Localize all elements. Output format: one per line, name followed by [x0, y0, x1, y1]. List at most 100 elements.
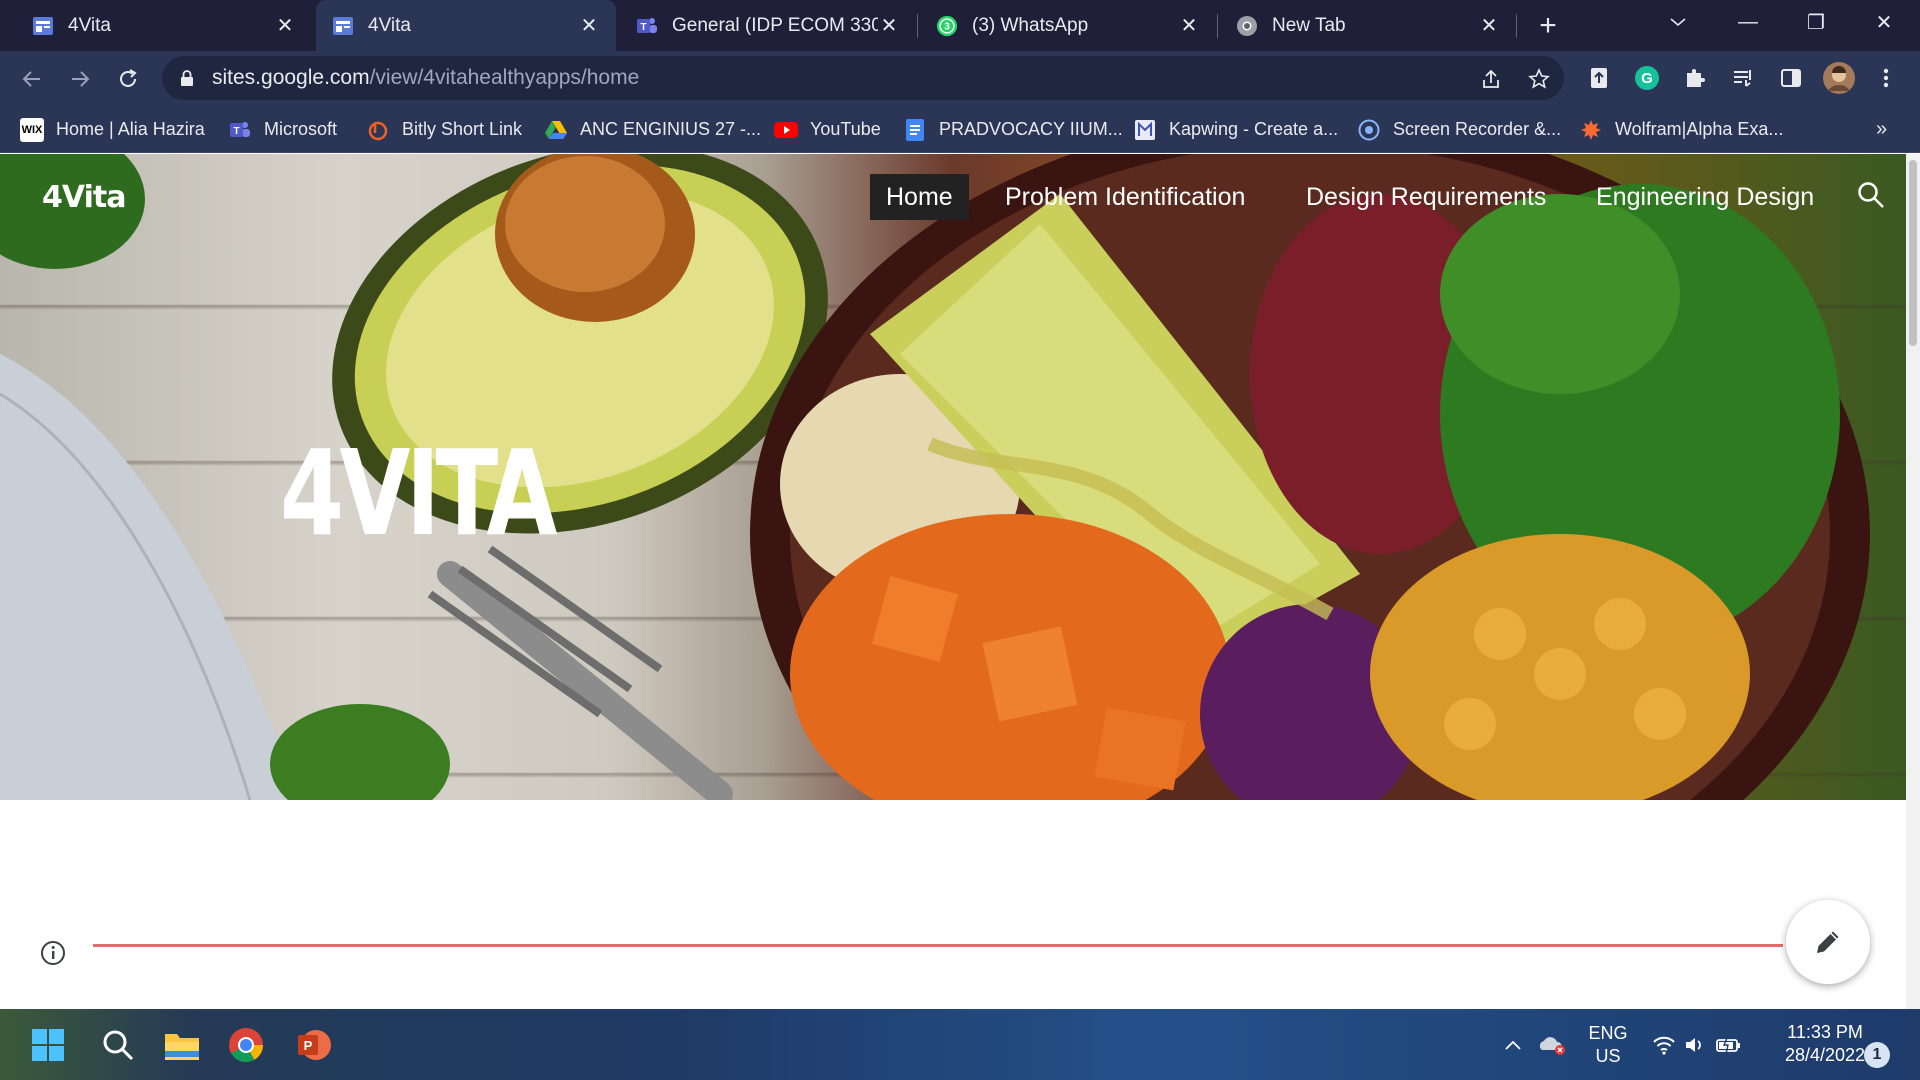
url-text: sites.google.com/view/4vitahealthyapps/h…: [212, 66, 639, 90]
google-sites-icon: [332, 15, 354, 37]
site-search-icon[interactable]: [1856, 180, 1886, 210]
bookmark-label: Wolfram|Alpha Exa...: [1615, 119, 1784, 139]
notification-badge[interactable]: 1: [1864, 1042, 1890, 1068]
volume-icon[interactable]: [1684, 1009, 1706, 1080]
address-bar[interactable]: sites.google.com/view/4vitahealthyapps/h…: [162, 56, 1564, 100]
onedrive-error-icon[interactable]: [1536, 1009, 1566, 1080]
bookmark-wolfram-alpha[interactable]: Wolfram|Alpha Exa...: [1579, 106, 1783, 153]
svg-text:P: P: [304, 1038, 313, 1053]
bookmark-bitly[interactable]: Bitly Short Link: [366, 106, 522, 153]
nav-home[interactable]: Home: [870, 174, 969, 220]
teams-icon: T: [228, 118, 252, 142]
windows-start-icon[interactable]: [24, 1021, 72, 1069]
browser-toolbar: sites.google.com/view/4vitahealthyapps/h…: [0, 51, 1920, 106]
arrow-left-icon: [22, 71, 40, 87]
tab-4vita-2[interactable]: 4Vita ✕: [316, 0, 616, 51]
extensions-puzzle-icon[interactable]: [1679, 62, 1711, 94]
powerpoint-icon[interactable]: P: [290, 1021, 338, 1069]
tab-title: 4Vita: [68, 14, 111, 36]
tab-strip: 4Vita ✕ 4Vita ✕ T General (IDP ECOM 3300…: [0, 0, 1920, 51]
bookmarks-bar: WIX Home | Alia Hazira T Microsoft Bitly…: [0, 106, 1920, 153]
edit-page-button[interactable]: [1786, 900, 1870, 984]
windows-taskbar: P ENG US 11:33 PM 28/4/2022 1: [0, 1009, 1920, 1080]
bookmark-microsoft[interactable]: T Microsoft: [228, 106, 337, 153]
nav-problem-identification[interactable]: Problem Identification: [989, 174, 1261, 220]
tab-close-icon[interactable]: ✕: [878, 13, 900, 38]
tab-title: (3) WhatsApp: [972, 14, 1089, 36]
tab-separator: [1217, 14, 1218, 38]
chrome-menu-icon[interactable]: [1870, 62, 1902, 94]
profile-avatar[interactable]: [1821, 60, 1857, 96]
scrollbar-thumb[interactable]: [1909, 160, 1917, 346]
tab-close-icon[interactable]: ✕: [1178, 13, 1200, 38]
bookmark-label: YouTube: [810, 119, 881, 139]
bookmark-anc-enginius[interactable]: ANC ENGINIUS 27 -...: [544, 106, 761, 153]
bookmarks-overflow-button[interactable]: »: [1876, 106, 1887, 153]
hero-banner: 4Vita Home Problem Identification Design…: [0, 154, 1906, 800]
bookmark-kapwing[interactable]: Kapwing - Create a...: [1133, 106, 1338, 153]
forward-button[interactable]: [60, 59, 100, 99]
language-indicator[interactable]: ENG US: [1588, 1009, 1628, 1080]
info-icon[interactable]: [40, 940, 66, 966]
whatsapp-icon: 3: [936, 15, 958, 37]
wix-icon: WIX: [20, 117, 44, 142]
restore-button[interactable]: ❐: [1784, 0, 1848, 44]
tab-title: New Tab: [1272, 14, 1346, 36]
tab-whatsapp[interactable]: 3 (3) WhatsApp ✕: [920, 0, 1216, 51]
bookmark-youtube[interactable]: YouTube: [774, 106, 881, 153]
battery-charging-icon[interactable]: [1716, 1009, 1742, 1080]
tray-chevron-up-icon[interactable]: [1504, 1009, 1522, 1080]
tab-search-chevron-icon[interactable]: [1646, 0, 1710, 44]
bookmark-label: Kapwing - Create a...: [1169, 119, 1339, 139]
url-host: sites.google.com: [212, 66, 370, 89]
bookmark-screen-recorder[interactable]: Screen Recorder &...: [1357, 106, 1561, 153]
nav-design-requirements[interactable]: Design Requirements: [1290, 174, 1562, 220]
screen-recorder-icon: [1357, 118, 1381, 142]
svg-text:G: G: [1641, 70, 1653, 87]
region-code: US: [1595, 1045, 1621, 1066]
reload-button[interactable]: [108, 59, 148, 99]
wifi-icon[interactable]: [1652, 1009, 1676, 1080]
close-window-button[interactable]: ✕: [1852, 0, 1916, 44]
arrow-right-icon: [72, 71, 90, 87]
tab-teams-general[interactable]: T General (IDP ECOM 3300/ ✕: [620, 0, 916, 51]
loading-progress-bar: [93, 944, 1783, 947]
system-clock[interactable]: 11:33 PM 28/4/2022: [1770, 1021, 1880, 1067]
svg-text:T: T: [233, 126, 239, 137]
google-drive-icon: [544, 118, 568, 142]
site-logo-text[interactable]: 4Vita: [42, 180, 126, 215]
bookmark-pradvocacy[interactable]: PRADVOCACY IIUM...: [903, 106, 1123, 153]
tab-close-icon[interactable]: ✕: [1478, 13, 1500, 38]
file-explorer-icon[interactable]: [158, 1021, 206, 1069]
new-tab-button[interactable]: +: [1530, 8, 1566, 44]
clock-time: 11:33 PM: [1787, 1022, 1863, 1042]
minimize-button[interactable]: —: [1716, 0, 1780, 44]
tab-4vita-1[interactable]: 4Vita ✕: [16, 0, 312, 51]
tab-new-tab[interactable]: New Tab ✕: [1220, 0, 1516, 51]
side-panel-icon[interactable]: [1775, 62, 1807, 94]
upload-extension-icon[interactable]: [1583, 62, 1615, 94]
kapwing-icon: [1133, 118, 1157, 142]
nav-engineering-design[interactable]: Engineering Design: [1580, 174, 1830, 220]
tab-close-icon[interactable]: ✕: [578, 13, 600, 38]
grammarly-icon[interactable]: G: [1631, 62, 1663, 94]
search-icon[interactable]: [94, 1021, 142, 1069]
page-scrollbar[interactable]: [1906, 154, 1920, 1009]
whatsapp-badge: 3: [944, 21, 950, 32]
reload-icon: [120, 69, 137, 87]
lock-icon: [181, 70, 193, 86]
chrome-taskbar-icon[interactable]: [222, 1021, 270, 1069]
tab-close-icon[interactable]: ✕: [274, 13, 296, 38]
share-icon[interactable]: [1476, 64, 1506, 94]
google-docs-icon: [903, 118, 927, 142]
tab-title: General (IDP ECOM 3300/: [672, 14, 878, 36]
reading-list-icon[interactable]: [1727, 62, 1759, 94]
bookmark-label: Home | Alia Hazira: [56, 119, 205, 139]
pencil-icon: [1817, 931, 1839, 953]
bookmark-label: Bitly Short Link: [402, 119, 523, 139]
tab-separator: [917, 14, 918, 38]
bookmark-home-alia-hazira[interactable]: WIX Home | Alia Hazira: [20, 106, 205, 153]
bookmark-star-icon[interactable]: [1524, 64, 1554, 94]
back-button[interactable]: [12, 59, 52, 99]
youtube-icon: [774, 118, 798, 142]
